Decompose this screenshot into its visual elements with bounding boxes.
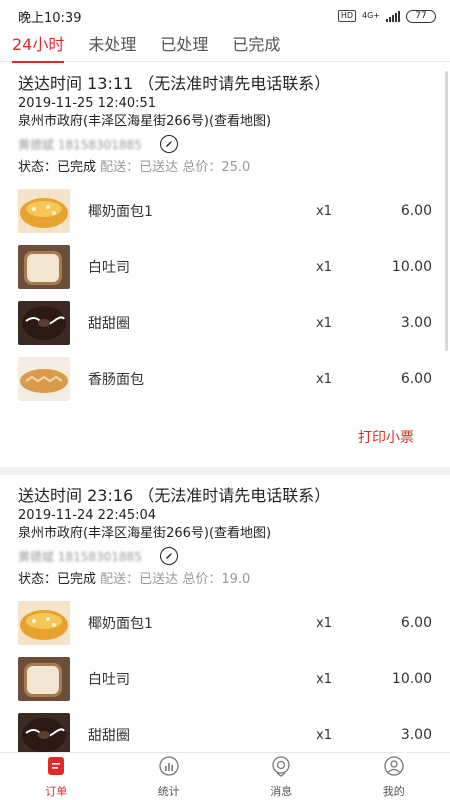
- tab-processed[interactable]: 已处理: [160, 32, 208, 62]
- contact-name: 黄德斌: [18, 549, 55, 564]
- order-status-line: 状态：已完成 配送：已送达 总价：25.0: [18, 157, 432, 179]
- product-image-coconut-bread: [18, 189, 70, 233]
- order-item: 椰奶面包1 x1 6.00: [18, 595, 432, 651]
- delivery-status: 配送：已送达: [100, 572, 179, 587]
- tab-completed[interactable]: 已完成: [232, 32, 280, 62]
- scrollbar[interactable]: [445, 71, 448, 351]
- item-price: 3.00: [400, 315, 432, 331]
- nav-label-messages: 消息: [270, 784, 293, 798]
- order-timestamp: 2019-11-24 22:45:04: [18, 508, 157, 523]
- nav-profile[interactable]: 我的: [338, 753, 450, 800]
- nav-label-profile: 我的: [382, 784, 405, 798]
- nav-stats[interactable]: 统计: [113, 753, 226, 800]
- contact-phone: 18158301885: [57, 549, 142, 564]
- item-name: 白吐司: [88, 260, 130, 276]
- order-item: 椰奶面包1 x1 6.00: [18, 183, 432, 239]
- order-total: 总价：25.0: [182, 160, 251, 175]
- delivery-time-title: 送达时间 13:11 （无法准时请先电话联系）: [18, 74, 331, 93]
- nav-messages[interactable]: 消息: [225, 753, 338, 800]
- status-icons: HD 4G+ 77: [337, 9, 436, 23]
- item-price: 10.00: [391, 671, 432, 687]
- item-name: 甜甜圈: [88, 316, 130, 332]
- phone-call-icon[interactable]: [159, 547, 178, 565]
- order-address[interactable]: 泉州市政府(丰泽区海星街266号)(查看地图): [18, 113, 432, 131]
- print-receipt-button[interactable]: 打印小票: [358, 427, 414, 447]
- status-label: 状态：: [18, 160, 58, 175]
- order-item: 白吐司 x1 10.00: [18, 239, 432, 295]
- tab-24h[interactable]: 24小时: [12, 32, 65, 63]
- bottom-navigation: 订单 统计 消息 我的: [0, 752, 450, 800]
- item-name: 椰奶面包1: [88, 204, 153, 220]
- contact-name: 黄德斌: [18, 137, 55, 152]
- orders-icon: [45, 755, 67, 781]
- item-price: 6.00: [400, 615, 432, 631]
- order-item: 甜甜圈 x1 3.00: [18, 295, 432, 351]
- tab-unprocessed[interactable]: 未处理: [88, 32, 136, 62]
- order-timestamp: 2019-11-25 12:40:51: [18, 96, 157, 111]
- nav-label-stats: 统计: [157, 784, 180, 798]
- product-image-coconut-bread: [18, 601, 70, 645]
- delivery-status: 配送：已送达: [100, 160, 179, 175]
- product-image-toast: [18, 245, 70, 289]
- order-contact: 黄德斌 18158301885: [18, 543, 432, 569]
- status-time: 晚上10:39: [18, 10, 82, 26]
- order-total: 总价：19.0: [182, 572, 251, 587]
- delivery-time-title: 送达时间 23:16 （无法准时请先电话联系）: [18, 486, 331, 505]
- product-image-donut: [18, 301, 70, 345]
- item-name: 甜甜圈: [88, 728, 130, 744]
- order-item: 甜甜圈 x1 3.00: [18, 707, 432, 752]
- nav-label-orders: 订单: [45, 784, 68, 798]
- profile-icon: [383, 755, 405, 781]
- nav-orders[interactable]: 订单: [0, 753, 113, 800]
- item-quantity: x1: [316, 315, 332, 331]
- status-value: 已完成: [57, 160, 97, 175]
- status-label: 状态：: [18, 572, 58, 587]
- order-card: 送达时间 23:16 （无法准时请先电话联系） 2019-11-24 22:45…: [0, 467, 450, 752]
- item-name: 白吐司: [88, 672, 130, 688]
- order-card: 送达时间 13:11 （无法准时请先电话联系） 2019-11-25 12:40…: [0, 63, 450, 467]
- message-icon: [270, 755, 292, 781]
- item-quantity: x1: [316, 671, 332, 687]
- signal-icon: [386, 10, 400, 22]
- item-quantity: x1: [316, 727, 332, 743]
- item-quantity: x1: [316, 259, 332, 275]
- battery-icon: 77: [406, 9, 436, 23]
- item-quantity: x1: [316, 371, 332, 387]
- phone-call-icon[interactable]: [159, 135, 178, 153]
- status-value: 已完成: [57, 572, 97, 587]
- order-address[interactable]: 泉州市政府(丰泽区海星街266号)(查看地图): [18, 525, 432, 543]
- order-contact: 黄德斌 18158301885: [18, 131, 432, 157]
- hd-icon: HD: [337, 10, 356, 22]
- item-price: 3.00: [400, 727, 432, 743]
- network-type: 4G+: [362, 11, 380, 20]
- item-price: 6.00: [400, 371, 432, 387]
- order-list[interactable]: 送达时间 13:11 （无法准时请先电话联系） 2019-11-25 12:40…: [0, 63, 450, 752]
- product-image-toast: [18, 657, 70, 701]
- item-name: 椰奶面包1: [88, 616, 153, 632]
- status-bar: 晚上10:39 HD 4G+ 77: [0, 0, 450, 32]
- print-row: 打印小票: [18, 407, 432, 467]
- item-quantity: x1: [316, 615, 332, 631]
- contact-phone: 18158301885: [57, 137, 142, 152]
- product-image-donut: [18, 713, 70, 752]
- item-price: 10.00: [391, 259, 432, 275]
- order-item: 香肠面包 x1 6.00: [18, 351, 432, 407]
- item-quantity: x1: [316, 203, 332, 219]
- order-item: 白吐司 x1 10.00: [18, 651, 432, 707]
- stats-icon: [158, 755, 180, 781]
- product-image-sausage-bread: [18, 357, 70, 401]
- order-tabs: 24小时 未处理 已处理 已完成: [0, 32, 450, 63]
- order-status-line: 状态：已完成 配送：已送达 总价：19.0: [18, 569, 432, 591]
- item-name: 香肠面包: [88, 372, 144, 388]
- item-price: 6.00: [400, 203, 432, 219]
